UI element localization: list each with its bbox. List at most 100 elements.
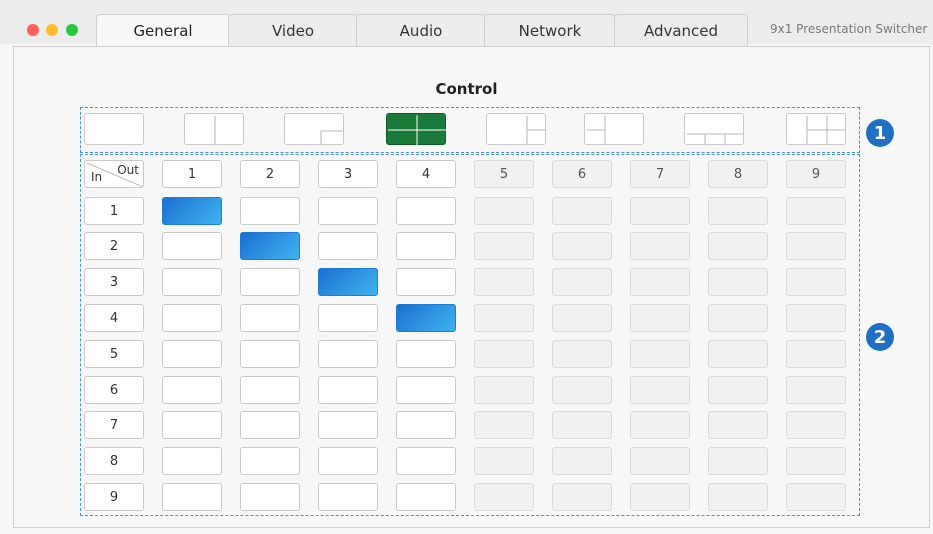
matrix-cell-in2-out7 [630,232,690,260]
tab-network[interactable]: Network [484,14,616,46]
matrix-cell-in7-out2[interactable] [240,411,300,439]
tab-audio[interactable]: Audio [356,14,486,46]
matrix-cell-in7-out5 [474,411,534,439]
matrix-cell-in9-out2[interactable] [240,483,300,511]
layout-button-main-with-bottom-triple[interactable] [684,113,744,145]
input-header-1[interactable]: 1 [84,197,144,225]
layout-single-icon [85,114,145,146]
output-header-5[interactable]: 5 [474,160,534,188]
matrix-cell-in5-out4[interactable] [396,340,456,368]
matrix-cell-in1-out5 [474,197,534,225]
matrix-cell-in5-out2[interactable] [240,340,300,368]
callout-badge-1: 1 [866,119,894,147]
matrix-cell-in6-out1[interactable] [162,376,222,404]
matrix-cell-in2-out2[interactable] [240,232,300,260]
matrix-cell-in8-out4[interactable] [396,447,456,475]
input-header-2[interactable]: 2 [84,232,144,260]
layout-button-single[interactable] [84,113,144,145]
matrix-cell-in2-out1[interactable] [162,232,222,260]
matrix-cell-in4-out4[interactable] [396,304,456,332]
matrix-cell-in7-out4[interactable] [396,411,456,439]
matrix-cell-in4-out9 [786,304,846,332]
matrix-cell-in5-out3[interactable] [318,340,378,368]
output-header-7[interactable]: 7 [630,160,690,188]
output-header-2[interactable]: 2 [240,160,300,188]
matrix-cell-in4-out8 [708,304,768,332]
output-header-4[interactable]: 4 [396,160,456,188]
matrix-cell-in4-out1[interactable] [162,304,222,332]
layout-button-split-left-pair-with-main[interactable] [584,113,644,145]
layout-split-main-with-right-pair-icon [526,116,545,144]
matrix-cell-in8-out2[interactable] [240,447,300,475]
matrix-cell-in7-out9 [786,411,846,439]
tab-video[interactable]: Video [228,14,358,46]
input-header-4[interactable]: 4 [84,304,144,332]
matrix-cell-in5-out5 [474,340,534,368]
matrix-cell-in4-out3[interactable] [318,304,378,332]
matrix-cell-in5-out1[interactable] [162,340,222,368]
section-title: Control [435,80,498,98]
matrix-cell-in6-out4[interactable] [396,376,456,404]
input-header-3[interactable]: 3 [84,268,144,296]
matrix-cell-in8-out3[interactable] [318,447,378,475]
matrix-cell-in9-out8 [708,483,768,511]
layout-button-pip-bottom-right[interactable] [284,113,344,145]
matrix-cell-in9-out4[interactable] [396,483,456,511]
input-header-6[interactable]: 6 [84,376,144,404]
matrix-cell-in3-out5 [474,268,534,296]
layout-main-with-right-grid-icon [806,116,845,144]
matrix-cell-in7-out3[interactable] [318,411,378,439]
matrix-cell-in3-out4[interactable] [396,268,456,296]
matrix-cell-in1-out1[interactable] [162,197,222,225]
matrix-cell-in8-out5 [474,447,534,475]
matrix-cell-in8-out1[interactable] [162,447,222,475]
matrix-corner-cell: In Out [84,160,144,188]
layout-button-quad[interactable] [386,113,446,145]
matrix-cell-in3-out2[interactable] [240,268,300,296]
input-header-9[interactable]: 9 [84,483,144,511]
layout-button-split-2-vertical[interactable] [184,113,244,145]
close-window-button[interactable] [27,24,39,36]
matrix-cell-in6-out3[interactable] [318,376,378,404]
tab-bar: General Video Audio Network Advanced [96,14,856,47]
matrix-cell-in9-out3[interactable] [318,483,378,511]
matrix-cell-in3-out3[interactable] [318,268,378,296]
device-title: 9x1 Presentation Switcher [770,22,928,36]
matrix-cell-in5-out8 [708,340,768,368]
matrix-cell-in1-out3[interactable] [318,197,378,225]
matrix-cell-in6-out6 [552,376,612,404]
zoom-window-button[interactable] [66,24,78,36]
layout-button-split-main-with-right-pair[interactable] [486,113,546,145]
input-header-5[interactable]: 5 [84,340,144,368]
layout-pip-bottom-right-icon [320,130,343,144]
matrix-cell-in1-out2[interactable] [240,197,300,225]
matrix-cell-in1-out4[interactable] [396,197,456,225]
minimize-window-button[interactable] [46,24,58,36]
matrix-cell-in7-out7 [630,411,690,439]
matrix-cell-in2-out3[interactable] [318,232,378,260]
tab-advanced[interactable]: Advanced [614,14,748,46]
input-header-7[interactable]: 7 [84,411,144,439]
output-header-3[interactable]: 3 [318,160,378,188]
matrix-cell-in2-out4[interactable] [396,232,456,260]
matrix-cell-in7-out1[interactable] [162,411,222,439]
output-header-1[interactable]: 1 [162,160,222,188]
matrix-cell-in6-out5 [474,376,534,404]
input-header-8[interactable]: 8 [84,447,144,475]
matrix-cell-in6-out2[interactable] [240,376,300,404]
matrix-cell-in2-out9 [786,232,846,260]
output-header-8[interactable]: 8 [708,160,768,188]
output-header-9[interactable]: 9 [786,160,846,188]
matrix-cell-in3-out1[interactable] [162,268,222,296]
output-header-6[interactable]: 6 [552,160,612,188]
matrix-cell-in9-out9 [786,483,846,511]
tab-general[interactable]: General [96,14,230,47]
matrix-cell-in2-out6 [552,232,612,260]
matrix-cell-in6-out8 [708,376,768,404]
layout-button-main-with-right-grid[interactable] [786,113,846,145]
matrix-cell-in3-out6 [552,268,612,296]
matrix-cell-in2-out5 [474,232,534,260]
matrix-cell-in4-out2[interactable] [240,304,300,332]
corner-in-label: In [91,170,103,184]
matrix-cell-in9-out1[interactable] [162,483,222,511]
